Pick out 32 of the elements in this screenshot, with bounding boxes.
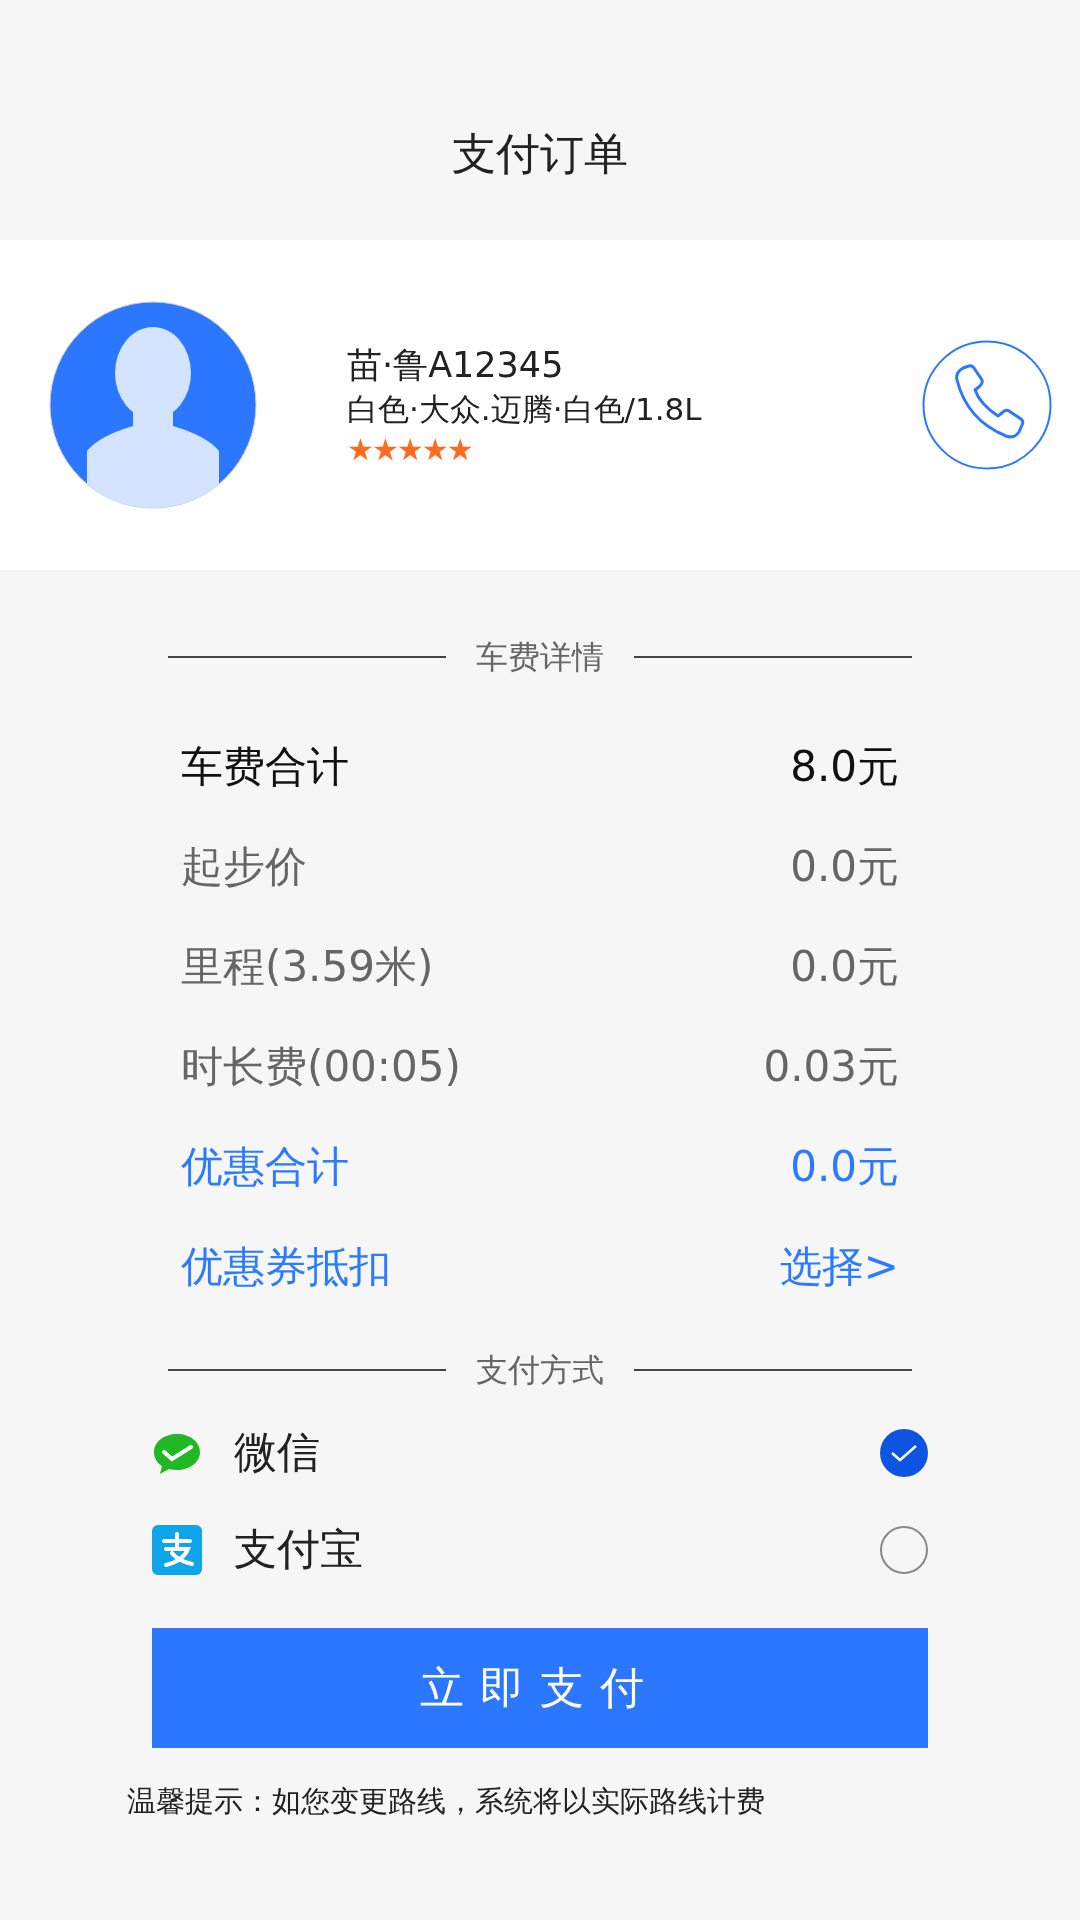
fee-value: 0.0元 (790, 1140, 899, 1193)
star-icon: ★ (347, 432, 372, 468)
star-icon: ★ (446, 432, 472, 468)
fee-label: 优惠合计 (181, 1140, 349, 1193)
fee-value: 选择> (779, 1240, 899, 1293)
fee-value: 8.0元 (790, 740, 899, 793)
avatar-icon (49, 301, 257, 509)
fee-label: 车费合计 (181, 740, 349, 793)
tip-text: 温馨提示：如您变更路线，系统将以实际路线计费 (127, 1783, 766, 1820)
check-icon (890, 1442, 918, 1463)
payment-label[interactable]: 支付宝 (234, 1517, 880, 1582)
section-title: 支付方式 (475, 1350, 605, 1391)
payment-label[interactable]: 微信 (234, 1420, 880, 1485)
star-icon: ★ (371, 432, 397, 468)
fee-label: 优惠券抵扣 (181, 1240, 391, 1293)
phone-button[interactable] (922, 340, 1052, 470)
fee-label: 时长费(00:05) (181, 1040, 461, 1093)
page-title: 支付订单 (452, 127, 628, 181)
pay-button[interactable]: 立即支付 (152, 1628, 928, 1748)
pay-logo-icon (152, 1524, 202, 1575)
fee-value: 0.0元 (790, 840, 899, 893)
fee-label: 起步价 (181, 840, 307, 893)
payment-radio[interactable] (880, 1428, 928, 1477)
star-icon: ★ (421, 432, 447, 468)
fee-value: 0.03元 (763, 1040, 899, 1093)
section-title: 车费详情 (475, 637, 605, 678)
fee-value: 0.0元 (790, 940, 899, 993)
payment-radio[interactable] (880, 1525, 928, 1574)
star-icon: ★ (396, 432, 422, 468)
car-info: 白色·大众.迈腾·白色/1.8L (347, 390, 703, 430)
driver-plate: 苗·鲁A12345 (347, 343, 565, 387)
fee-label: 里程(3.59米) (181, 940, 434, 993)
